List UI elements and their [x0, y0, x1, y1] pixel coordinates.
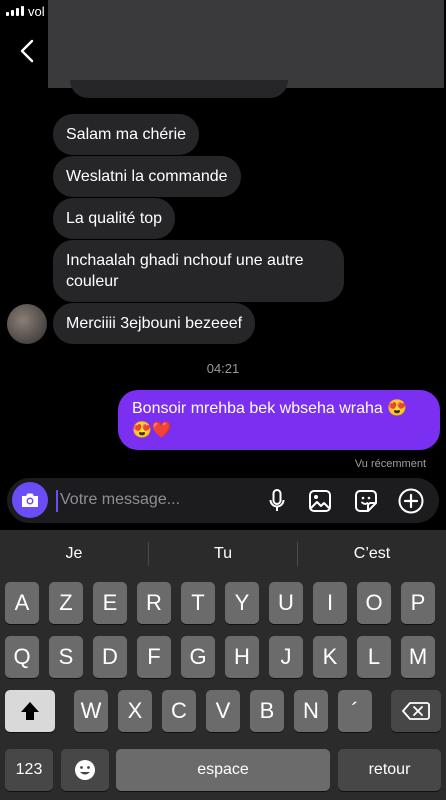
key[interactable]: Q [5, 636, 39, 678]
key[interactable]: W [74, 690, 108, 732]
key[interactable]: Z [49, 582, 83, 624]
key[interactable]: D [93, 636, 127, 678]
suggestion[interactable]: C’est [298, 530, 446, 577]
key[interactable]: S [49, 636, 83, 678]
message-timestamp: 04:21 [206, 361, 240, 376]
key[interactable]: M [401, 636, 435, 678]
key[interactable]: G [181, 636, 215, 678]
key[interactable]: C [162, 690, 196, 732]
suggestion-bar: Je Tu C’est [0, 530, 446, 577]
key[interactable]: F [137, 636, 171, 678]
incoming-message[interactable]: Inchaalah ghadi nchouf une autre couleur [53, 240, 344, 302]
camera-button[interactable] [12, 482, 48, 518]
key[interactable]: P [401, 582, 435, 624]
message-composer [7, 478, 439, 523]
backspace-icon [402, 702, 430, 720]
key[interactable]: H [225, 636, 259, 678]
sticker-icon [355, 490, 377, 512]
shift-arrow-icon [21, 702, 39, 720]
microphone-button[interactable] [263, 487, 291, 515]
redacted-contact-area [48, 0, 444, 88]
gallery-button[interactable] [306, 487, 334, 515]
key[interactable]: J [269, 636, 303, 678]
back-button[interactable] [10, 34, 44, 68]
incoming-message[interactable]: Weslatni la commande [53, 156, 241, 197]
return-key[interactable]: retour [338, 749, 441, 791]
carrier-label: vol [28, 4, 45, 19]
message-list[interactable]: Salam ma chérie Weslatni la commande La … [0, 80, 446, 475]
emoji-key[interactable] [61, 749, 109, 791]
key[interactable]: R [137, 582, 171, 624]
chevron-left-icon [20, 39, 34, 63]
key[interactable]: U [269, 582, 303, 624]
key[interactable]: K [313, 636, 347, 678]
numbers-key[interactable]: 123 [5, 749, 53, 791]
microphone-icon [269, 489, 285, 511]
image-icon [309, 490, 331, 512]
key[interactable]: O [357, 582, 391, 624]
seen-status: Vu récemment [354, 458, 426, 470]
key[interactable]: T [181, 582, 215, 624]
suggestion[interactable]: Tu [149, 530, 297, 577]
accent-key[interactable]: ´ [338, 690, 372, 732]
sticker-button[interactable] [352, 487, 380, 515]
camera-icon [22, 493, 38, 507]
key[interactable]: X [118, 690, 152, 732]
space-key[interactable]: espace [116, 749, 330, 791]
outgoing-message[interactable]: Bonsoir mrehba bek wbseha wraha 😍😍❤️ [118, 390, 440, 450]
key[interactable]: B [250, 690, 284, 732]
emoji-icon [75, 760, 95, 780]
key[interactable]: E [93, 582, 127, 624]
incoming-message[interactable]: Merciiii 3ejbouni bezeeef [53, 303, 256, 344]
key[interactable]: Y [225, 582, 259, 624]
previous-message-bubble [70, 80, 288, 98]
key[interactable]: V [206, 690, 240, 732]
key[interactable]: L [357, 636, 391, 678]
message-input[interactable] [60, 482, 260, 518]
add-button[interactable] [397, 487, 425, 515]
shift-key[interactable] [5, 690, 55, 732]
avatar[interactable] [7, 304, 47, 344]
key[interactable]: A [5, 582, 39, 624]
backspace-key[interactable] [391, 690, 441, 732]
plus-circle-icon [398, 488, 424, 514]
key[interactable]: I [313, 582, 347, 624]
signal-icon [6, 6, 24, 16]
text-cursor [56, 490, 58, 512]
suggestion[interactable]: Je [0, 530, 148, 577]
keyboard: Je Tu C’est A Z E R T Y U I O P Q S D F … [0, 530, 446, 800]
key[interactable]: N [294, 690, 328, 732]
incoming-message[interactable]: Salam ma chérie [53, 114, 200, 155]
incoming-message[interactable]: La qualité top [53, 198, 176, 239]
